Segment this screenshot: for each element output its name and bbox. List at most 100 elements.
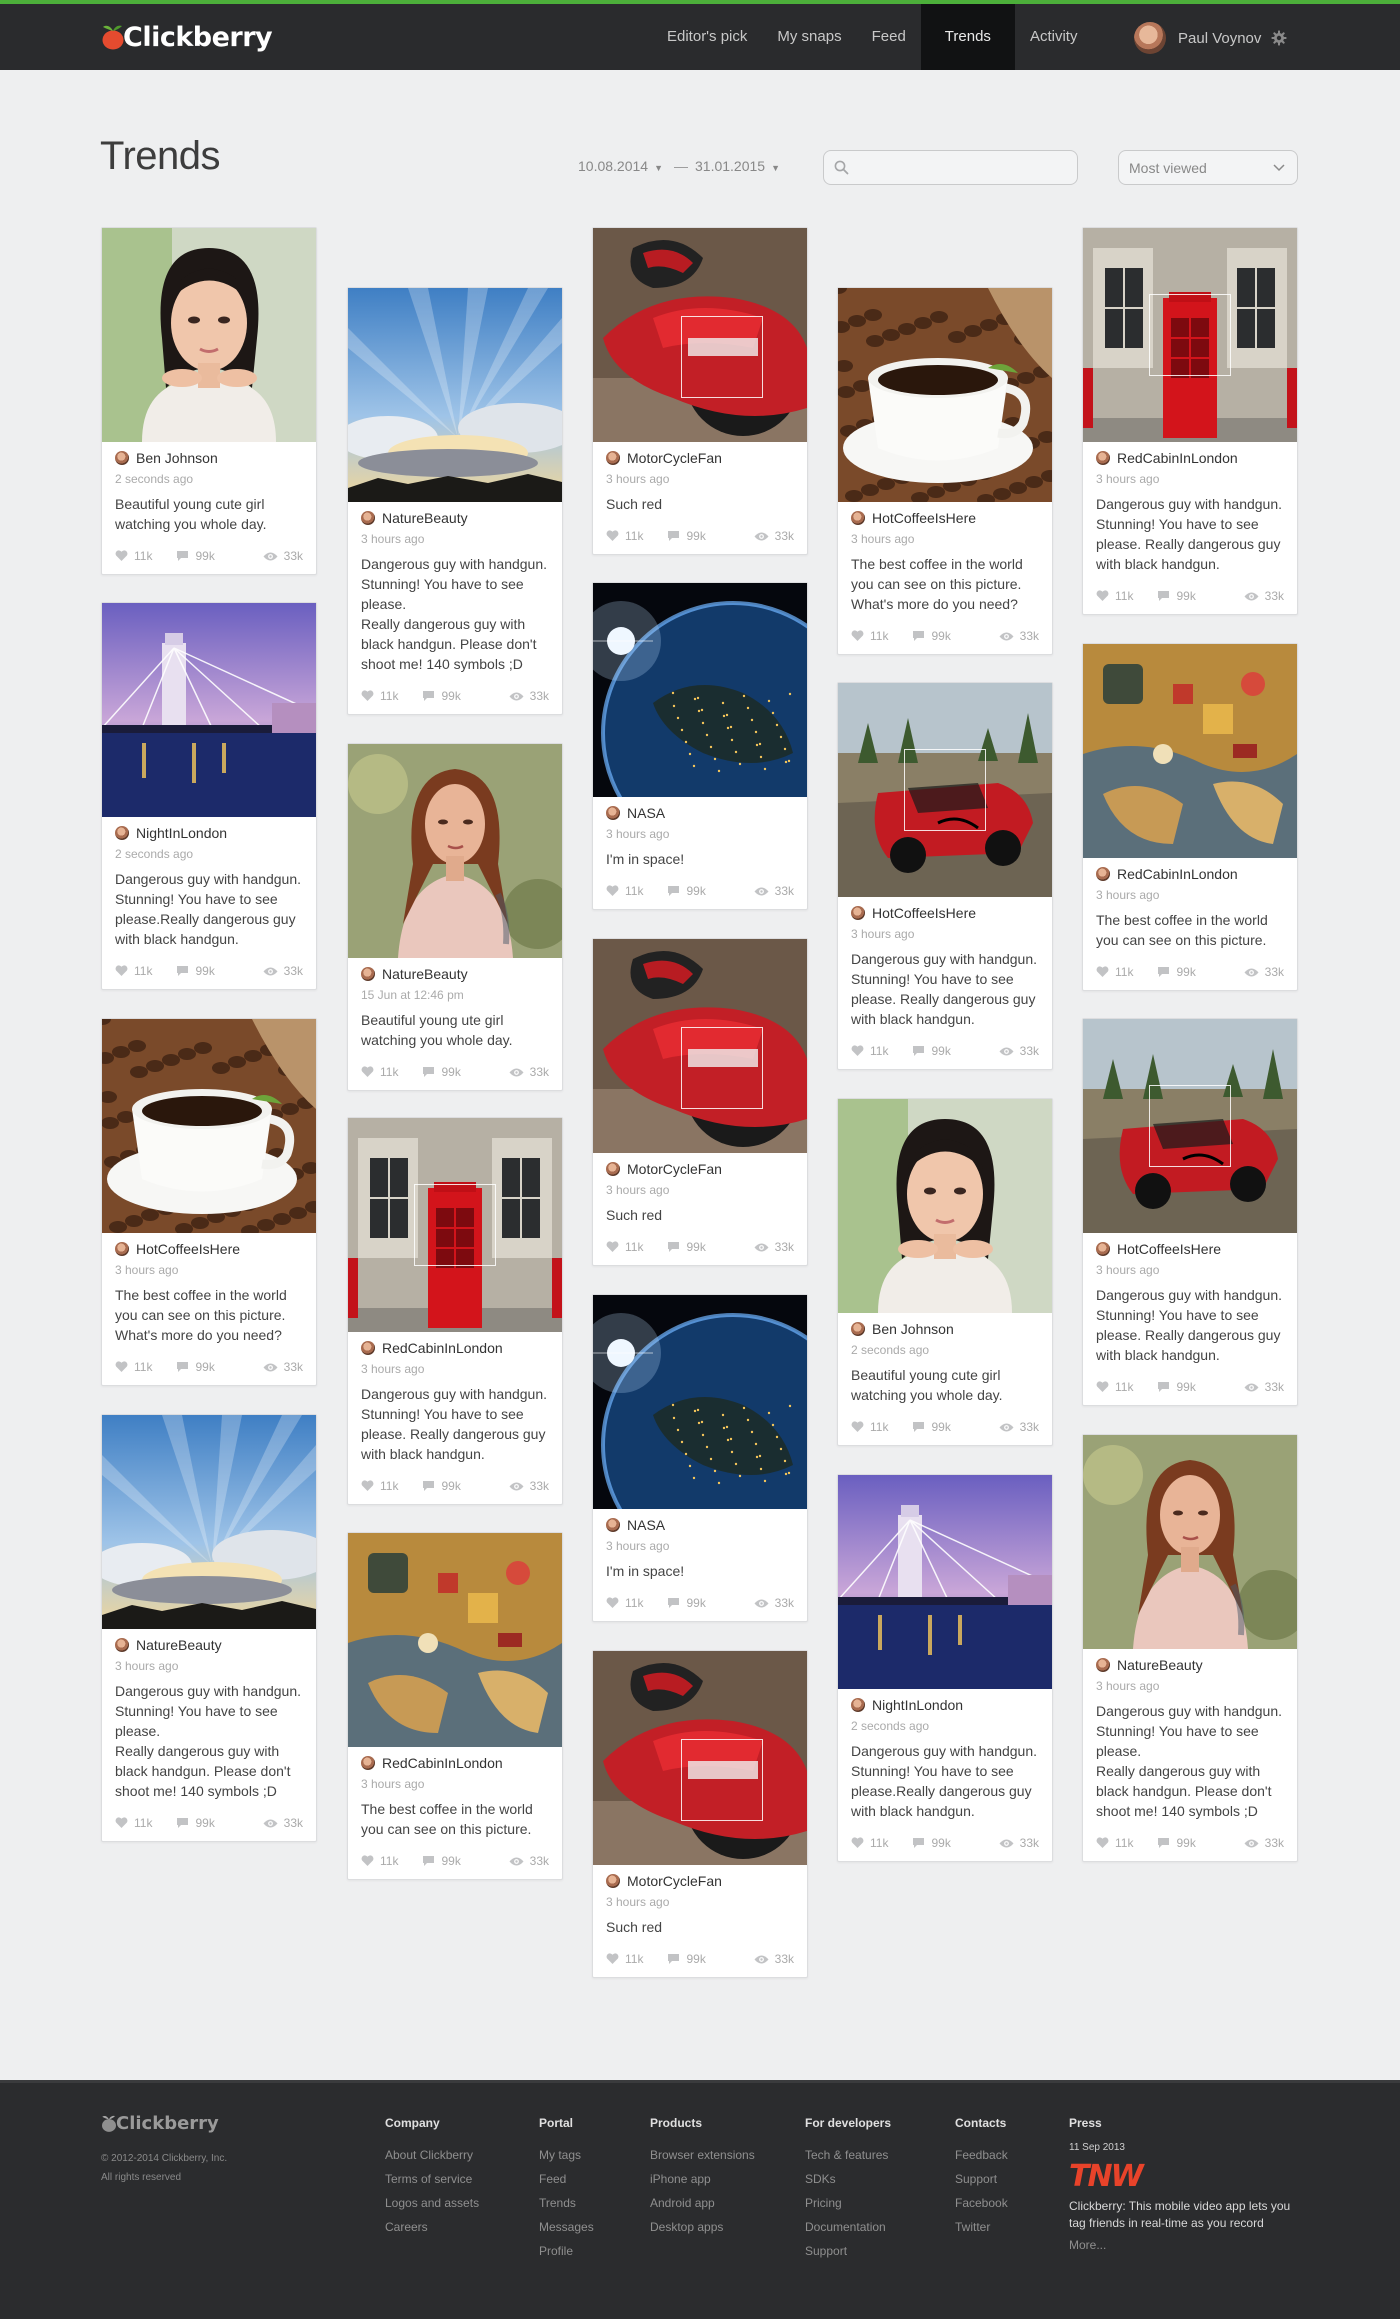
likes-stat[interactable]: 11k: [851, 1420, 888, 1434]
post-card[interactable]: Ben Johnson 2 seconds ago Beautiful young …: [837, 1098, 1053, 1446]
woman-portrait-photo[interactable]: [1083, 1435, 1297, 1649]
post-card[interactable]: RedCabinInLondon 3 hours ago Dangerous guy…: [347, 1117, 563, 1505]
footer-link[interactable]: Facebook: [955, 2191, 1008, 2215]
author-name[interactable]: RedCabinInLondon: [1117, 450, 1238, 466]
london-bridge-night-photo[interactable]: [838, 1475, 1052, 1689]
board-game-photo[interactable]: [348, 1533, 562, 1747]
comments-stat[interactable]: 99k: [667, 529, 706, 543]
footer-link[interactable]: Feedback: [955, 2143, 1008, 2167]
woman-portrait-photo[interactable]: [348, 744, 562, 958]
red-phone-box-photo[interactable]: [1083, 228, 1297, 442]
author-avatar[interactable]: [361, 1341, 375, 1355]
sunbeam-sky-photo[interactable]: [102, 1415, 316, 1629]
post-card[interactable]: NightInLondon 2 seconds ago Dangerous guy …: [101, 602, 317, 990]
likes-stat[interactable]: 11k: [1096, 1836, 1133, 1850]
likes-stat[interactable]: 11k: [606, 529, 643, 543]
comments-stat[interactable]: 99k: [912, 1044, 951, 1058]
footer-link[interactable]: Support: [955, 2167, 1008, 2191]
sunbeam-sky-photo[interactable]: [348, 288, 562, 502]
footer-link[interactable]: Messages: [539, 2215, 594, 2239]
likes-stat[interactable]: 11k: [115, 549, 152, 563]
post-card[interactable]: HotCoffeeIsHere 3 hours ago The best coffe…: [101, 1018, 317, 1386]
comments-stat[interactable]: 99k: [422, 1479, 461, 1493]
comments-stat[interactable]: 99k: [176, 1360, 215, 1374]
sort-select[interactable]: Most viewed: [1118, 150, 1298, 185]
author-avatar[interactable]: [1096, 1658, 1110, 1672]
footer-link[interactable]: Careers: [385, 2215, 479, 2239]
likes-stat[interactable]: 11k: [115, 1816, 152, 1830]
post-card[interactable]: Ben Johnson 2 seconds ago Beautiful young …: [101, 227, 317, 575]
author-avatar[interactable]: [115, 451, 129, 465]
press-more-link[interactable]: More...: [1069, 2238, 1309, 2252]
author-name[interactable]: MotorCycleFan: [627, 450, 722, 466]
portrait-girl-photo[interactable]: [102, 228, 316, 442]
author-avatar[interactable]: [606, 451, 620, 465]
motorcycle-photo[interactable]: [593, 228, 807, 442]
earth-from-space-photo[interactable]: [593, 1295, 807, 1509]
author-avatar[interactable]: [851, 1322, 865, 1336]
author-avatar[interactable]: [606, 1874, 620, 1888]
footer-link[interactable]: Desktop apps: [650, 2215, 755, 2239]
author-name[interactable]: HotCoffeeIsHere: [872, 905, 976, 921]
comments-stat[interactable]: 99k: [422, 1065, 461, 1079]
footer-link[interactable]: Trends: [539, 2191, 594, 2215]
nav-my-snaps[interactable]: My snaps: [762, 4, 856, 70]
post-card[interactable]: RedCabinInLondon 3 hours ago Dangerous guy…: [1082, 227, 1298, 615]
nav-editors-pick[interactable]: Editor's pick: [652, 4, 762, 70]
author-name[interactable]: NatureBeauty: [382, 966, 468, 982]
earth-from-space-photo[interactable]: [593, 583, 807, 797]
date-to-picker[interactable]: 31.01.2015 ▼: [695, 158, 780, 174]
nav-trends[interactable]: Trends: [920, 4, 1015, 70]
post-card[interactable]: NightInLondon 2 seconds ago Dangerous guy …: [837, 1474, 1053, 1862]
author-avatar[interactable]: [1096, 1242, 1110, 1256]
comments-stat[interactable]: 99k: [1157, 589, 1196, 603]
likes-stat[interactable]: 11k: [851, 629, 888, 643]
post-card[interactable]: MotorCycleFan 3 hours ago Such red 11k 99k 33…: [592, 227, 808, 555]
post-card[interactable]: HotCoffeeIsHere 3 hours ago Dangerous guy …: [1082, 1018, 1298, 1406]
author-avatar[interactable]: [606, 1518, 620, 1532]
likes-stat[interactable]: 11k: [606, 884, 643, 898]
footer-link[interactable]: Support: [805, 2239, 891, 2263]
post-card[interactable]: NatureBeauty 3 hours ago Dangerous guy wit…: [347, 287, 563, 715]
author-avatar[interactable]: [851, 1698, 865, 1712]
author-name[interactable]: RedCabinInLondon: [382, 1340, 503, 1356]
footer-link[interactable]: Tech & features: [805, 2143, 891, 2167]
comments-stat[interactable]: 99k: [422, 1854, 461, 1868]
motorcycle-photo[interactable]: [593, 939, 807, 1153]
race-car-photo[interactable]: [1083, 1019, 1297, 1233]
comments-stat[interactable]: 99k: [912, 1836, 951, 1850]
likes-stat[interactable]: 11k: [606, 1240, 643, 1254]
footer-logo[interactable]: Clickberry: [101, 2113, 219, 2134]
post-card[interactable]: MotorCycleFan 3 hours ago Such red 11k 99k 33…: [592, 1650, 808, 1978]
user-menu[interactable]: Paul Voynov: [1134, 21, 1287, 55]
post-card[interactable]: HotCoffeeIsHere 3 hours ago Dangerous guy …: [837, 682, 1053, 1070]
footer-link[interactable]: Logos and assets: [385, 2191, 479, 2215]
post-card[interactable]: NatureBeauty 3 hours ago Dangerous guy wit…: [101, 1414, 317, 1842]
comments-stat[interactable]: 99k: [176, 1816, 215, 1830]
author-name[interactable]: NatureBeauty: [1117, 1657, 1203, 1673]
search-box[interactable]: [823, 150, 1078, 185]
author-avatar[interactable]: [851, 906, 865, 920]
footer-link[interactable]: Profile: [539, 2239, 594, 2263]
author-name[interactable]: HotCoffeeIsHere: [872, 510, 976, 526]
author-name[interactable]: NASA: [627, 1517, 665, 1533]
author-name[interactable]: Ben Johnson: [136, 450, 218, 466]
post-card[interactable]: NASA 3 hours ago I'm in space! 11k 99k 33k: [592, 1294, 808, 1622]
footer-link[interactable]: About Clickberry: [385, 2143, 479, 2167]
author-name[interactable]: MotorCycleFan: [627, 1873, 722, 1889]
author-name[interactable]: NatureBeauty: [382, 510, 468, 526]
search-input[interactable]: [858, 156, 1068, 180]
footer-link[interactable]: Terms of service: [385, 2167, 479, 2191]
footer-link[interactable]: SDKs: [805, 2167, 891, 2191]
likes-stat[interactable]: 11k: [1096, 1380, 1133, 1394]
likes-stat[interactable]: 11k: [361, 1065, 398, 1079]
footer-link[interactable]: Android app: [650, 2191, 755, 2215]
likes-stat[interactable]: 11k: [1096, 589, 1133, 603]
post-card[interactable]: MotorCycleFan 3 hours ago Such red 11k 99k 33…: [592, 938, 808, 1266]
post-card[interactable]: NASA 3 hours ago I'm in space! 11k 99k 33k: [592, 582, 808, 910]
author-avatar[interactable]: [1096, 451, 1110, 465]
footer-link[interactable]: iPhone app: [650, 2167, 755, 2191]
author-name[interactable]: RedCabinInLondon: [382, 1755, 503, 1771]
footer-link[interactable]: Pricing: [805, 2191, 891, 2215]
comments-stat[interactable]: 99k: [1157, 1380, 1196, 1394]
